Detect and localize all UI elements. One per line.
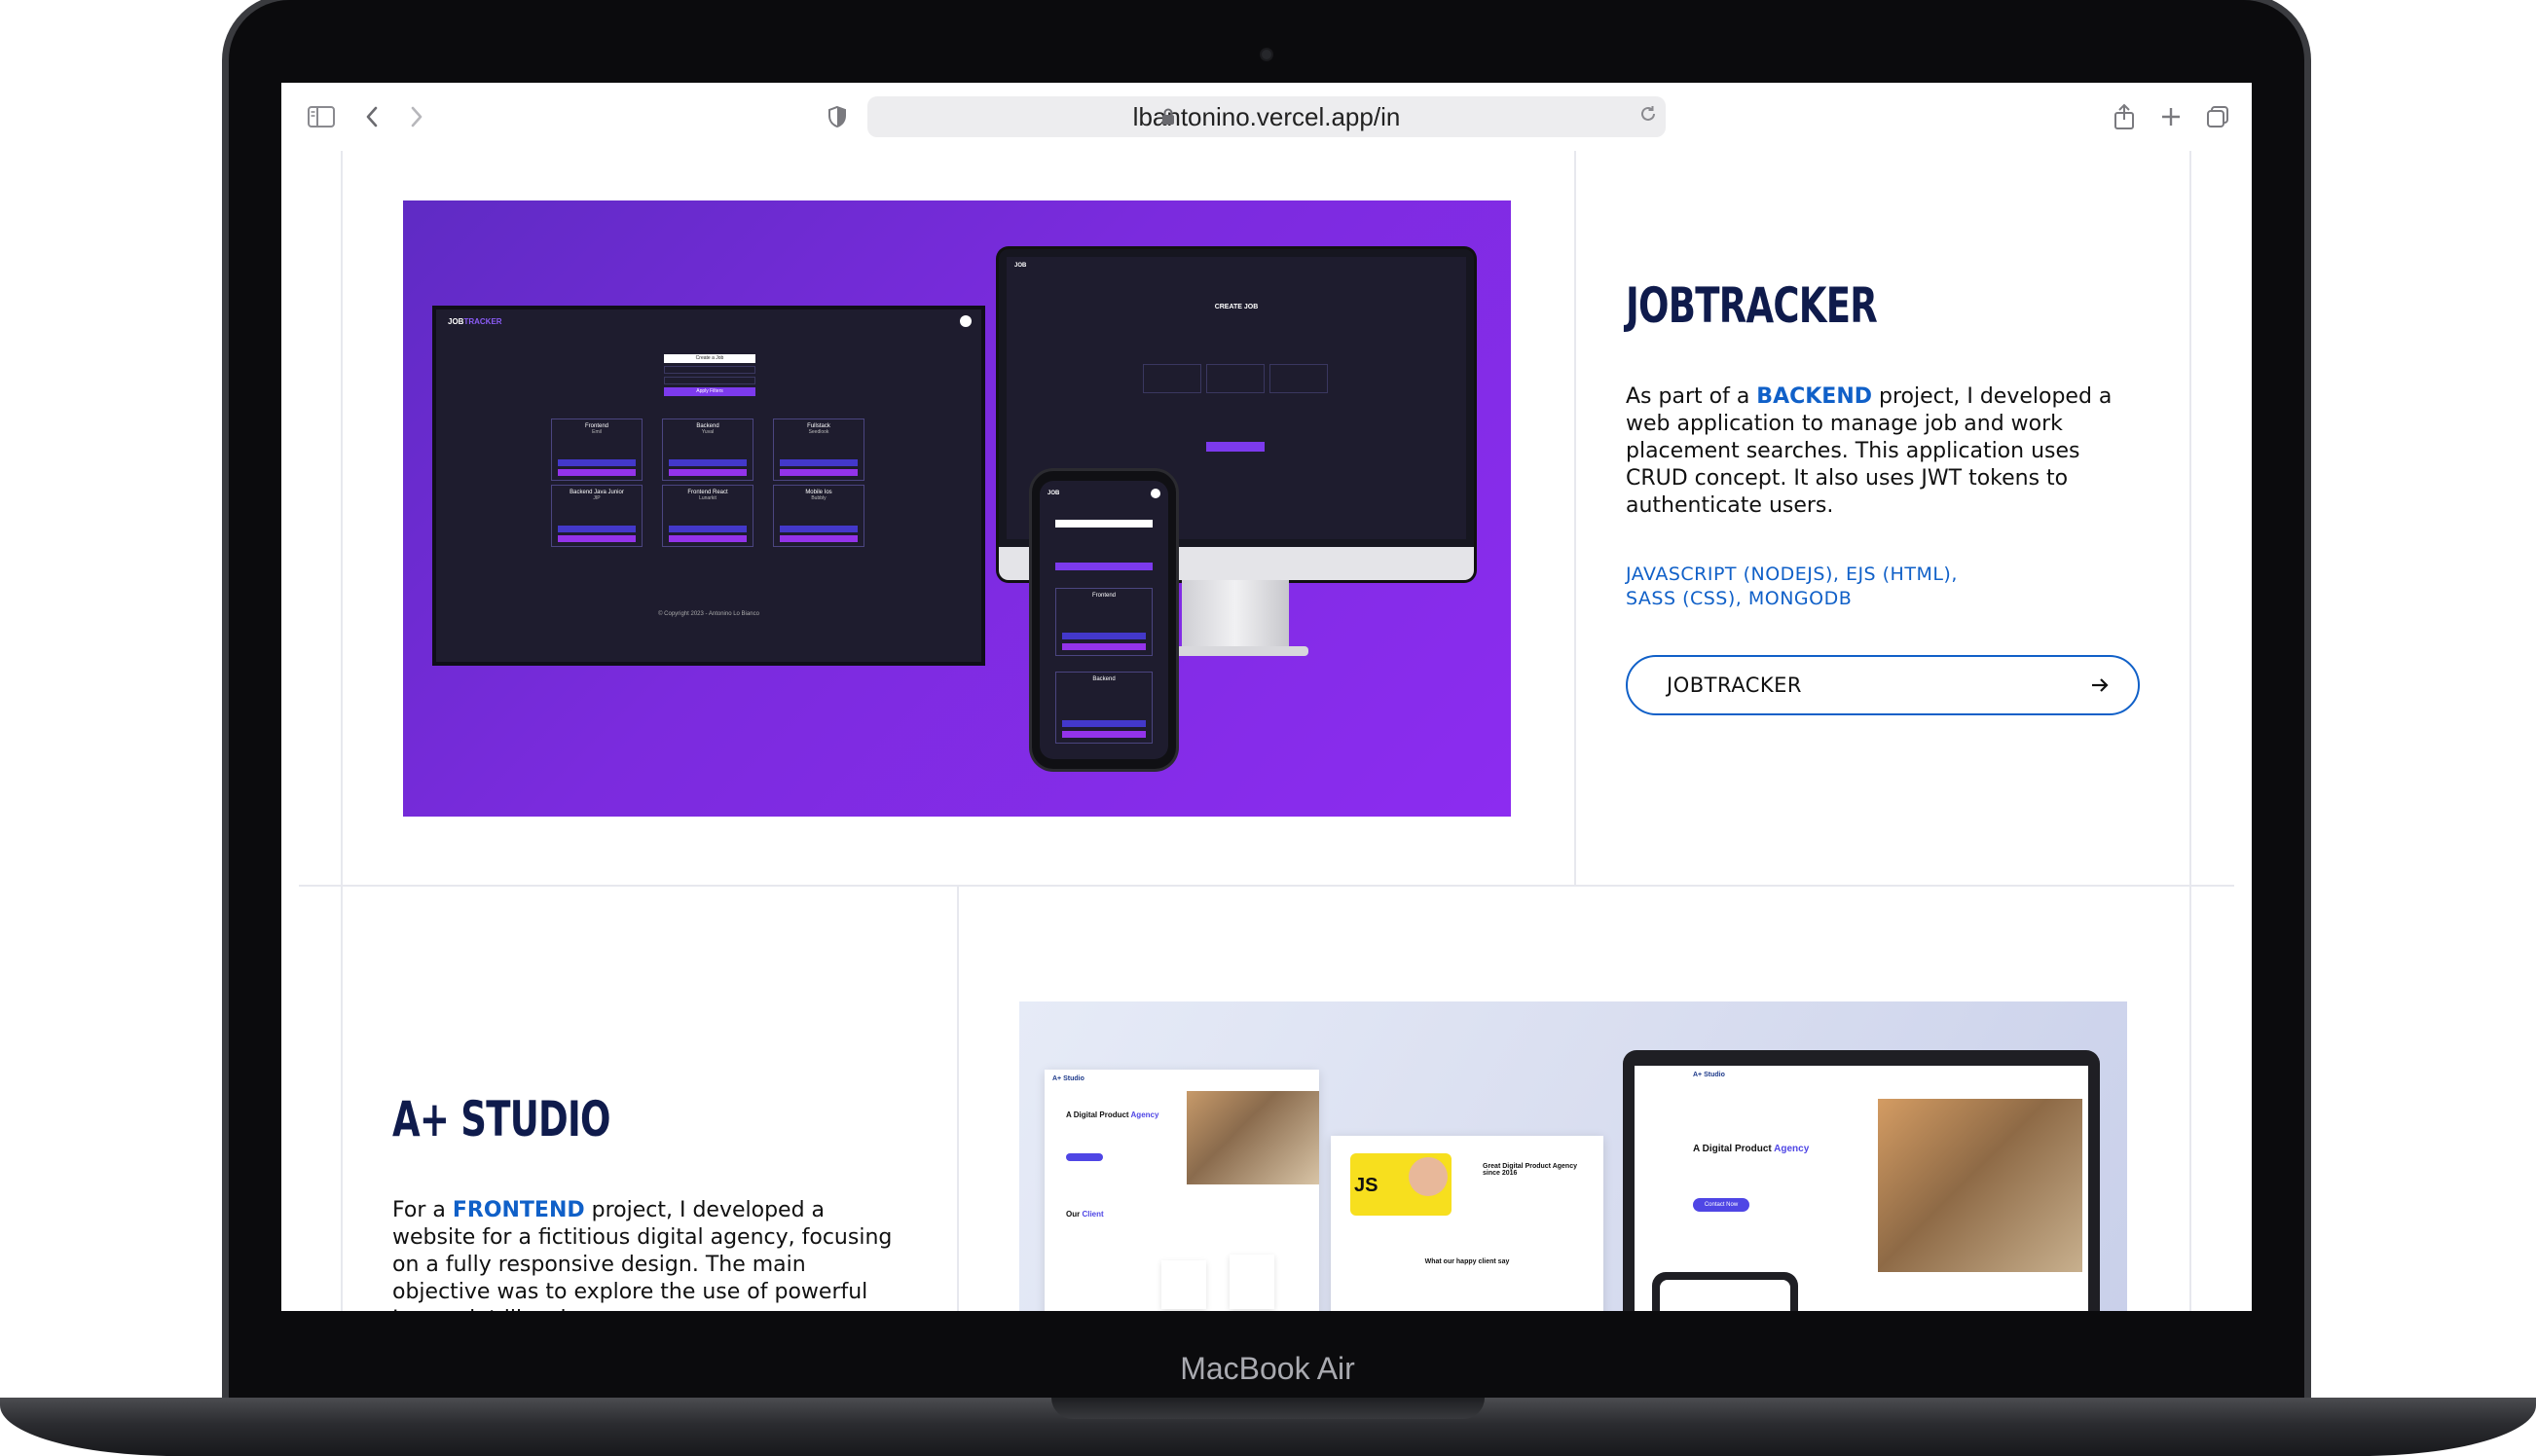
studio-web-mock: A+ Studio A Digital Product Agency Our C… [1045,1070,1319,1311]
device-label: MacBook Air [1180,1351,1355,1386]
arrow-right-icon [2089,674,2111,701]
sidebar-toggle-icon[interactable] [305,100,338,133]
filter-field [664,377,755,384]
avatar [960,315,972,327]
job-card: Mobile Ios Bubbly [773,485,864,547]
aplus-studio-preview-image: A+ Studio A Digital Product Agency Our C… [1019,1001,2127,1311]
lock-icon [1161,108,1175,130]
grid-line-right [2189,151,2191,1311]
grid-line-left [341,151,343,1311]
imac-base [1162,646,1308,656]
filter-field [664,366,755,374]
url-text[interactable]: lbantonino.vercel.app/in [867,96,1666,137]
project-title-aplus-studio: A+ STUDIO [392,1091,610,1147]
laptop-base-notch [1051,1398,1485,1419]
grid-line-mid-top [1574,151,1576,887]
share-icon[interactable] [2108,100,2141,133]
create-job-button: Create a Job [664,354,755,363]
job-card: Frontend Emil [551,419,643,481]
reload-icon[interactable] [1638,104,1658,128]
imac-stand [1182,580,1289,652]
browser-screen: lbantonino.vercel.app/in JOBTRACKER Crea… [281,83,2252,1311]
tech-stack-line-2: SASS (CSS), MONGODB [1626,588,1853,609]
camera-icon [1260,48,1273,61]
apply-filters-button: Apply Filters [664,387,755,396]
copyright-text: © Copyright 2023 - Antonino Lo Bianco [658,611,759,617]
jobtracker-brand: JOBTRACKER [448,317,502,326]
project-title-jobtracker: JOBTRACKER [1626,277,1878,334]
job-card: Backend Java Junior JIP [551,485,643,547]
new-tab-icon[interactable] [2154,100,2187,133]
jobtracker-phone-mock: JOB Frontend Backend [1032,471,1176,769]
studio-phone-mock [1652,1272,1798,1311]
back-icon[interactable] [355,100,388,133]
studio-card-mock: JS Great Digital Product Agency since 20… [1331,1136,1603,1311]
job-card: Backend Yuval [662,419,753,481]
project-description-jobtracker: As part of a BACKEND project, I develope… [1626,384,2113,518]
jobtracker-preview-image: JOBTRACKER Create a Job Apply Filters Fr… [403,200,1511,817]
jobtracker-link-button[interactable]: JOBTRACKER [1626,655,2140,715]
browser-toolbar: lbantonino.vercel.app/in [281,83,2252,151]
grid-line-mid-bottom [957,887,959,1311]
link-label: JOBTRACKER [1667,673,1802,697]
tech-stack-line-1: JAVASCRIPT (NODEJS), EJS (HTML), [1626,564,1958,585]
forward-icon[interactable] [400,100,433,133]
job-card: Fullstack Seedlook [773,419,864,481]
privacy-shield-icon[interactable] [821,100,854,133]
grid-line-horizontal [299,885,2234,887]
project-description-aplus-studio: For a FRONTEND project, I developed a we… [392,1198,893,1311]
jobtracker-desktop-mock: JOBTRACKER Create a Job Apply Filters Fr… [436,309,981,662]
tab-overview-icon[interactable] [2201,100,2234,133]
address-bar[interactable]: lbantonino.vercel.app/in [867,96,1666,137]
job-card: Frontend React Lunarkit [662,485,753,547]
